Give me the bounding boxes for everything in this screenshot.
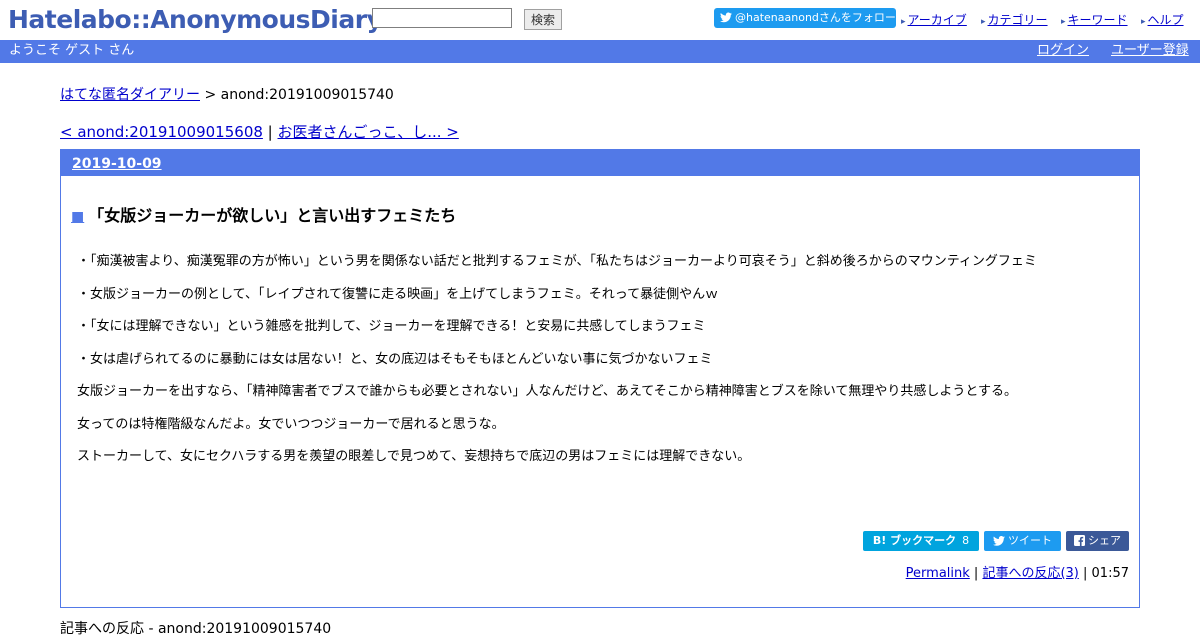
entry-title-text: 「女版ジョーカーが欲しい」と言い出すフェミたち bbox=[88, 206, 457, 225]
nav-help-link[interactable]: ヘルプ bbox=[1148, 13, 1184, 27]
entry-title: ■ 「女版ジョーカーが欲しい」と言い出すフェミたち bbox=[71, 202, 456, 226]
nav-archive-link[interactable]: アーカイブ bbox=[908, 13, 967, 27]
search-input[interactable] bbox=[372, 8, 512, 28]
facebook-share-button[interactable]: シェア bbox=[1066, 531, 1129, 551]
chevron-right-icon: ▸ bbox=[901, 17, 906, 27]
welcome-bar: ようこそ ゲスト さん ログイン ユーザー登録 bbox=[0, 40, 1200, 63]
entry-paragraph: 女ってのは特権階級なんだよ。女でいつつジョーカーで居れると思うな。 bbox=[77, 416, 505, 432]
nav-help[interactable]: ▸ ヘルプ bbox=[1141, 11, 1184, 28]
entry-footer: Permalink | 記事への反応(3) | 01:57 bbox=[906, 562, 1129, 581]
welcome-text: ようこそ ゲスト さん bbox=[9, 43, 135, 58]
day-header: 2019-10-09 bbox=[61, 150, 1139, 176]
entry-paragraph: ・「痴漢被害より、痴漢冤罪の方が怖い」という男を関係ない話だと批判するフェミが、… bbox=[77, 254, 1037, 269]
footer-separator: | bbox=[1078, 566, 1092, 581]
register-link[interactable]: ユーザー登録 bbox=[1111, 40, 1189, 62]
bookmark-count: 8 bbox=[962, 534, 970, 547]
nav-archive[interactable]: ▸ アーカイブ bbox=[901, 11, 967, 28]
entry-paragraph: ストーカーして、女にセクハラする男を羨望の眼差しで見つめて、妄想持ちで底辺の男は… bbox=[77, 449, 751, 464]
entry-time: 01:57 bbox=[1091, 566, 1129, 581]
entry-nav-separator: | bbox=[262, 123, 278, 141]
hatena-bookmark-button[interactable]: B! ブックマーク 8 bbox=[863, 531, 979, 551]
footer-separator: | bbox=[969, 566, 983, 581]
chevron-right-icon: ▸ bbox=[981, 17, 986, 27]
breadcrumb: はてな匿名ダイアリー > anond:20191009015740 bbox=[60, 84, 394, 104]
reactions-link[interactable]: 記事への反応(3) bbox=[982, 566, 1078, 581]
chevron-right-icon: ▸ bbox=[1061, 17, 1066, 27]
twitter-bird-icon bbox=[993, 536, 1005, 546]
day-date-link[interactable]: 2019-10-09 bbox=[72, 156, 162, 172]
login-link[interactable]: ログイン bbox=[1037, 40, 1089, 62]
twitter-follow-label: @hatenaanondさんをフォロー bbox=[735, 11, 896, 24]
tweet-button[interactable]: ツイート bbox=[984, 531, 1061, 551]
next-entry-link[interactable]: お医者さんごっこ、し... > bbox=[278, 123, 459, 141]
entry-paragraph: ・女版ジョーカーの例として、「レイプされて復讐に走る映画」を上げてしまうフェミ。… bbox=[77, 286, 719, 302]
search-button[interactable]: 検索 bbox=[524, 9, 563, 30]
site-header: Hatelabo::AnonymousDiary 検索 @hatenaanond… bbox=[0, 0, 1200, 40]
entry-paragraph: ・女は虐げられてるのに暴動には女は居ない！と、女の底辺はそもそもほとんどいない事… bbox=[77, 351, 713, 367]
breadcrumb-home-link[interactable]: はてな匿名ダイアリー bbox=[60, 87, 200, 103]
entry-paragraph: ・「女には理解できない」という雑感を批判して、ジョーカーを理解できる！と安易に共… bbox=[77, 319, 706, 334]
reactions-heading: 記事への反応 - anond:20191009015740 bbox=[60, 621, 332, 637]
twitter-follow-button[interactable]: @hatenaanondさんをフォロー bbox=[714, 8, 896, 28]
facebook-icon bbox=[1074, 535, 1085, 546]
hatena-bookmark-label: B! ブックマーク bbox=[872, 534, 957, 547]
breadcrumb-current: anond:20191009015740 bbox=[220, 87, 394, 103]
chevron-right-icon: ▸ bbox=[1141, 17, 1146, 27]
entry-marker-icon[interactable]: ■ bbox=[71, 209, 84, 225]
entry-paragraph: 女版ジョーカーを出すなら、「精神障害者でブスで誰からも必要とされない」人なんだけ… bbox=[77, 384, 1018, 399]
prev-entry-link[interactable]: < anond:20191009015608 bbox=[60, 123, 263, 141]
day-section: 2019-10-09 ■ 「女版ジョーカーが欲しい」と言い出すフェミたち ・「痴漢… bbox=[60, 149, 1140, 608]
breadcrumb-separator: > bbox=[200, 87, 221, 103]
twitter-bird-icon bbox=[720, 12, 732, 23]
permalink-link[interactable]: Permalink bbox=[906, 566, 970, 581]
nav-keyword-link[interactable]: キーワード bbox=[1068, 13, 1128, 27]
entry-body: ・「痴漢被害より、痴漢冤罪の方が怖い」という男を関係ない話だと批判するフェミが、… bbox=[77, 250, 1037, 478]
tweet-label: ツイート bbox=[1008, 534, 1052, 547]
entry-navigation: < anond:20191009015608 | お医者さんごっこ、し... > bbox=[60, 121, 459, 142]
nav-category[interactable]: ▸ カテゴリー bbox=[981, 11, 1048, 28]
nav-keyword[interactable]: ▸ キーワード bbox=[1061, 11, 1128, 28]
facebook-share-label: シェア bbox=[1088, 534, 1121, 547]
site-logo[interactable]: Hatelabo::AnonymousDiary bbox=[8, 5, 383, 34]
nav-category-link[interactable]: カテゴリー bbox=[988, 13, 1048, 27]
